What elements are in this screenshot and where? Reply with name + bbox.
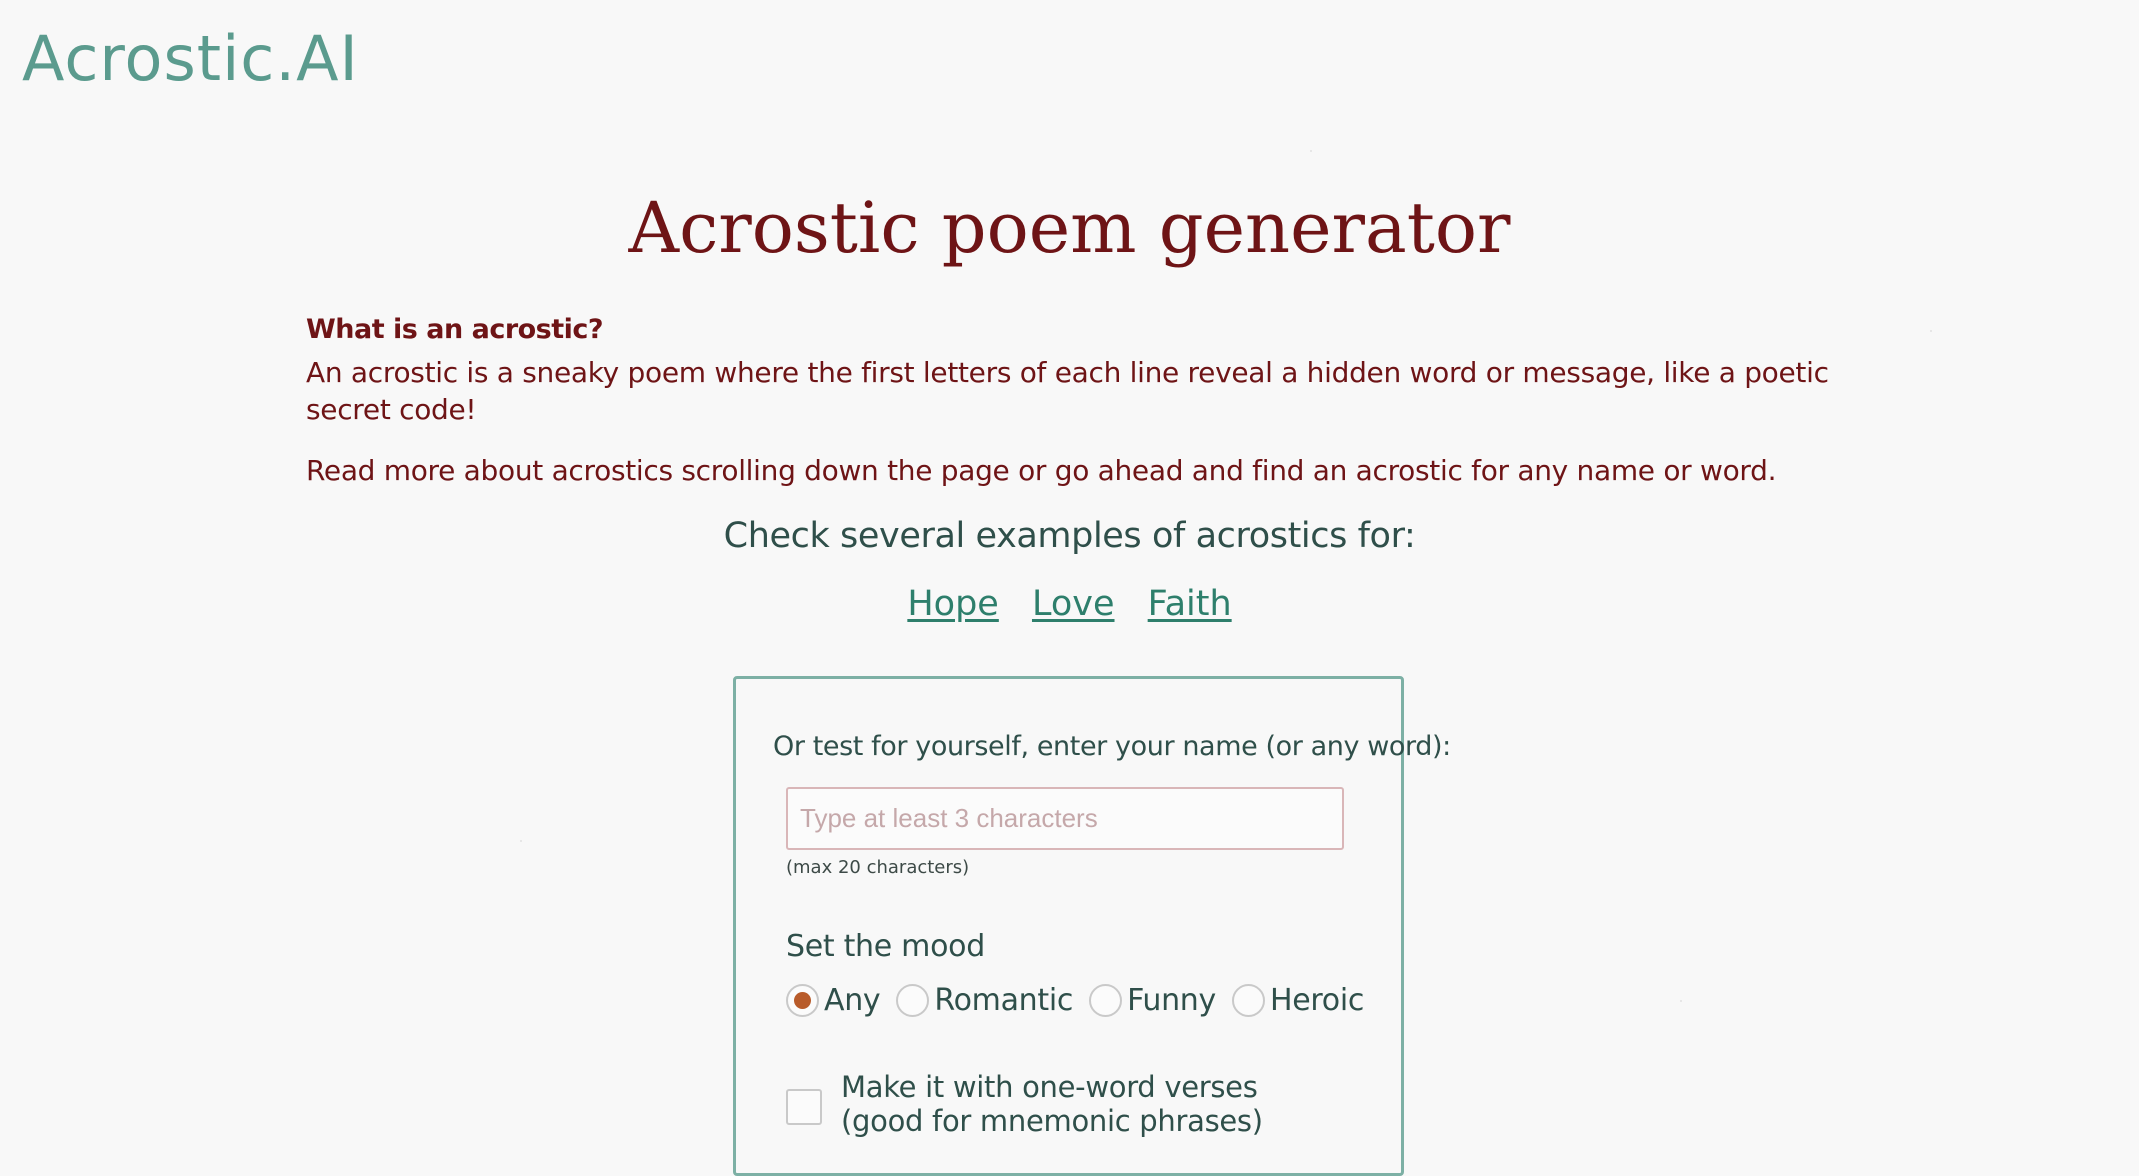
intro-section: What is an acrostic? An acrostic is a sn… [306,314,1906,514]
mood-option-heroic[interactable]: Heroic [1231,983,1365,1018]
max-characters-note: (max 20 characters) [786,857,970,878]
radio-button[interactable] [1089,984,1123,1017]
mood-option-funny[interactable]: Funny [1089,983,1216,1018]
example-link-hope[interactable]: Hope [907,584,998,624]
mood-option-any[interactable]: Any [786,983,881,1018]
one-word-verses-label-line: Make it with one-word verses [841,1070,1258,1104]
one-word-verses-option[interactable]: Make it with one-word verses (good for m… [786,1070,1263,1138]
mood-option-label: Heroic [1269,983,1365,1018]
one-word-verses-label: Make it with one-word verses (good for m… [841,1070,1263,1138]
mood-option-label: Funny [1127,983,1216,1018]
generator-form: Or test for yourself, enter your name (o… [733,676,1451,1176]
page-title: Acrostic poem generator [628,187,1511,269]
name-input[interactable] [786,787,1344,850]
site-logo[interactable]: Acrostic.AI [22,28,359,90]
radio-button-selected[interactable] [786,984,819,1017]
mood-option-label: Any [824,983,881,1018]
one-word-verses-label-line: (good for mnemonic phrases) [841,1103,1263,1138]
mood-option-romantic[interactable]: Romantic [896,983,1073,1018]
intro-paragraph: An acrostic is a sneaky poem where the f… [306,356,1829,426]
background-speck [1310,150,1312,152]
examples-heading: Check several examples of acrostics for: [723,516,1416,556]
radio-button[interactable] [1231,984,1265,1017]
intro-paragraph: Read more about acrostics scrolling down… [306,453,1777,487]
one-word-verses-checkbox[interactable] [786,1089,822,1125]
intro-question: What is an acrostic? [306,314,604,345]
examples-links: Hope Love Faith [0,584,2139,624]
mood-label: Set the mood [786,929,985,964]
name-input-label: Or test for yourself, enter your name (o… [773,731,1451,762]
example-link-love[interactable]: Love [1032,584,1115,624]
mood-option-label: Romantic [934,983,1074,1018]
example-link-faith[interactable]: Faith [1148,584,1232,624]
mood-radio-group: Any Romantic Funny Heroic [786,983,1380,1018]
radio-button[interactable] [896,984,930,1017]
background-speck [1680,1000,1682,1002]
background-speck [520,840,522,842]
background-speck [1930,330,1932,332]
